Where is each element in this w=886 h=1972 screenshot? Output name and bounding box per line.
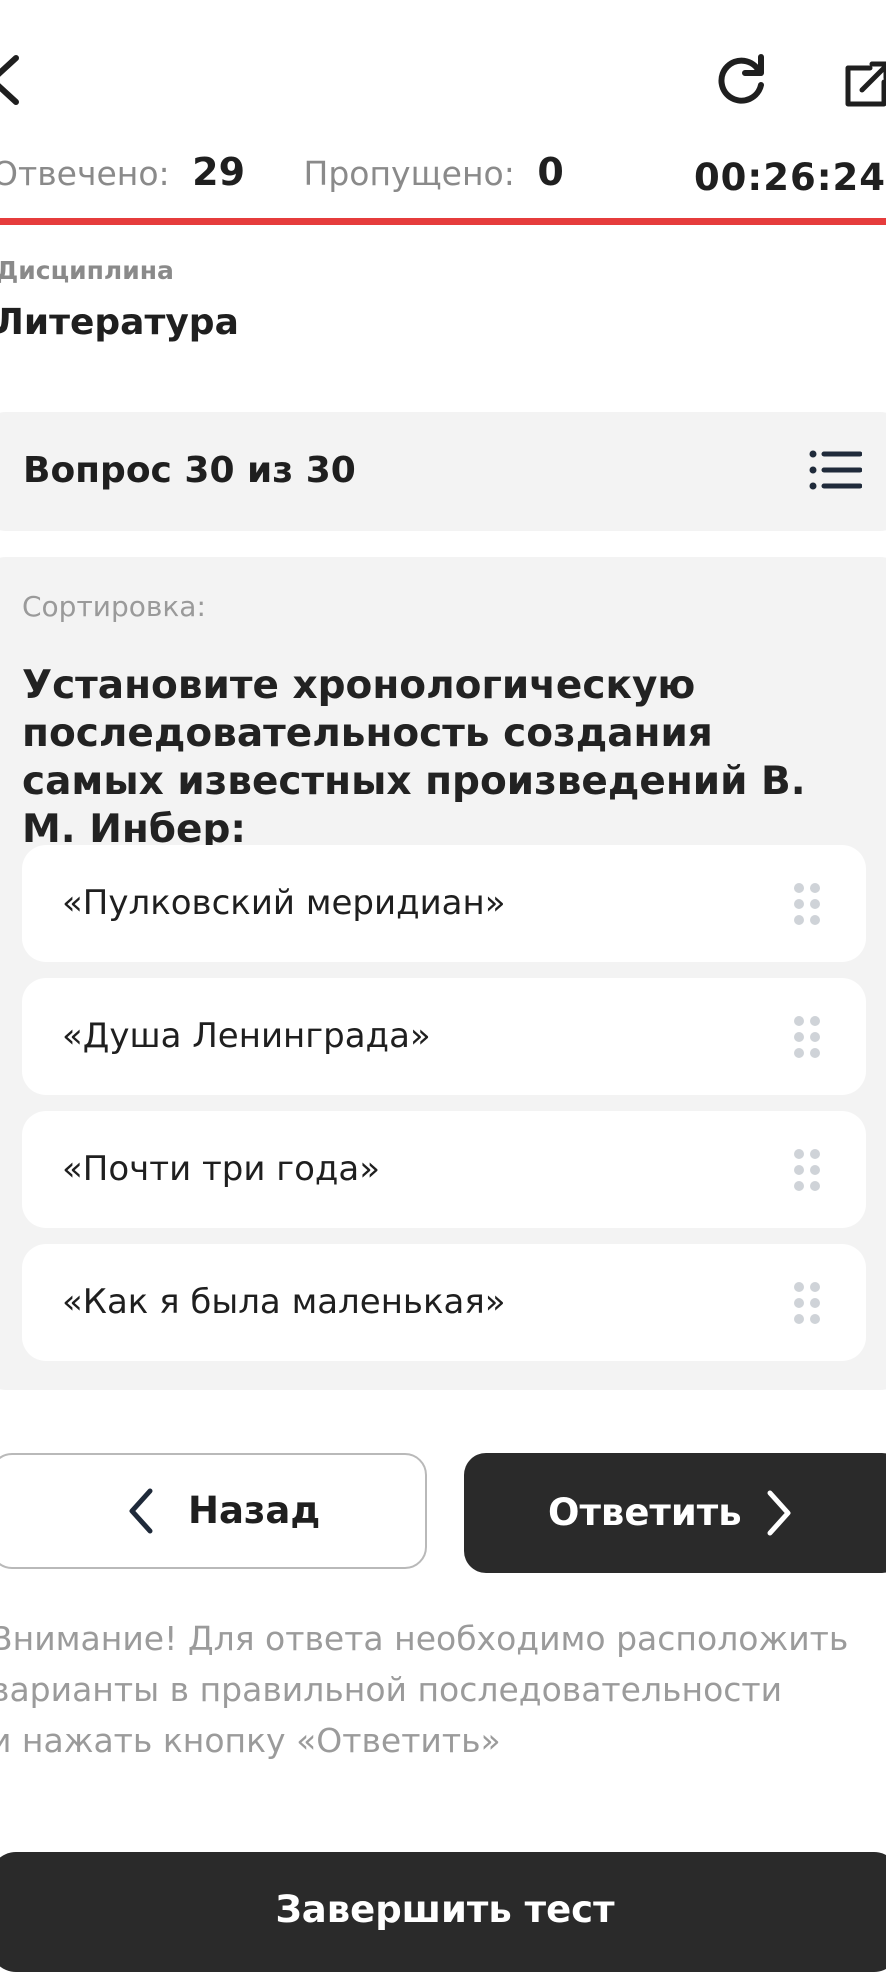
drag-handle-icon[interactable] [792,1281,822,1325]
sortable-option[interactable]: «Душа Ленинграда» [22,978,866,1095]
question-counter: Вопрос 30 из 30 [23,450,356,491]
drag-handle-icon[interactable] [792,1015,822,1059]
answered-count: 29 [192,150,246,194]
sortable-option[interactable]: «Как я была маленькая» [22,1244,866,1361]
progress-bar [0,218,886,225]
drag-handle-icon[interactable] [792,882,822,926]
skipped-count: 0 [537,150,564,194]
option-label: «Душа Ленинграда» [62,1016,431,1056]
question-text: Установите хронологическую последователь… [22,663,806,852]
reload-button[interactable] [712,50,772,110]
reload-icon [718,54,764,104]
question-type: Сортировка: [22,590,206,623]
option-label: «Почти три года» [62,1149,381,1189]
sortable-option[interactable]: «Пулковский меридиан» [22,845,866,962]
chevron-right-icon [767,1490,791,1536]
discipline-value: Литература [0,302,239,343]
skipped-label: Пропущено: [303,154,515,193]
option-label: «Как я была маленькая» [62,1282,506,1322]
finish-test-label: Завершить тест [275,1888,615,1931]
question-list-button[interactable] [808,448,863,492]
sortable-option[interactable]: «Почти три года» [22,1111,866,1228]
back-nav-label: Назад [188,1489,321,1532]
external-link-icon [845,61,886,107]
instructions-notice: Внимание! Для ответа необходимо располож… [0,1619,849,1760]
chevron-left-icon [0,55,19,105]
timer: 00:26:24 [693,156,886,199]
back-button[interactable] [0,50,26,110]
back-nav-button[interactable]: Назад [0,1453,427,1569]
finish-test-button[interactable]: Завершить тест [0,1852,886,1972]
answer-button[interactable]: Ответить [464,1453,886,1573]
list-icon [809,450,863,490]
option-label: «Пулковский меридиан» [62,883,506,923]
answered-label: Отвечено: [0,154,170,193]
answer-label: Ответить [548,1491,742,1534]
chevron-left-icon [129,1488,153,1534]
open-external-button[interactable] [842,58,886,108]
drag-handle-icon[interactable] [792,1148,822,1192]
discipline-label: Дисциплина [0,256,174,285]
